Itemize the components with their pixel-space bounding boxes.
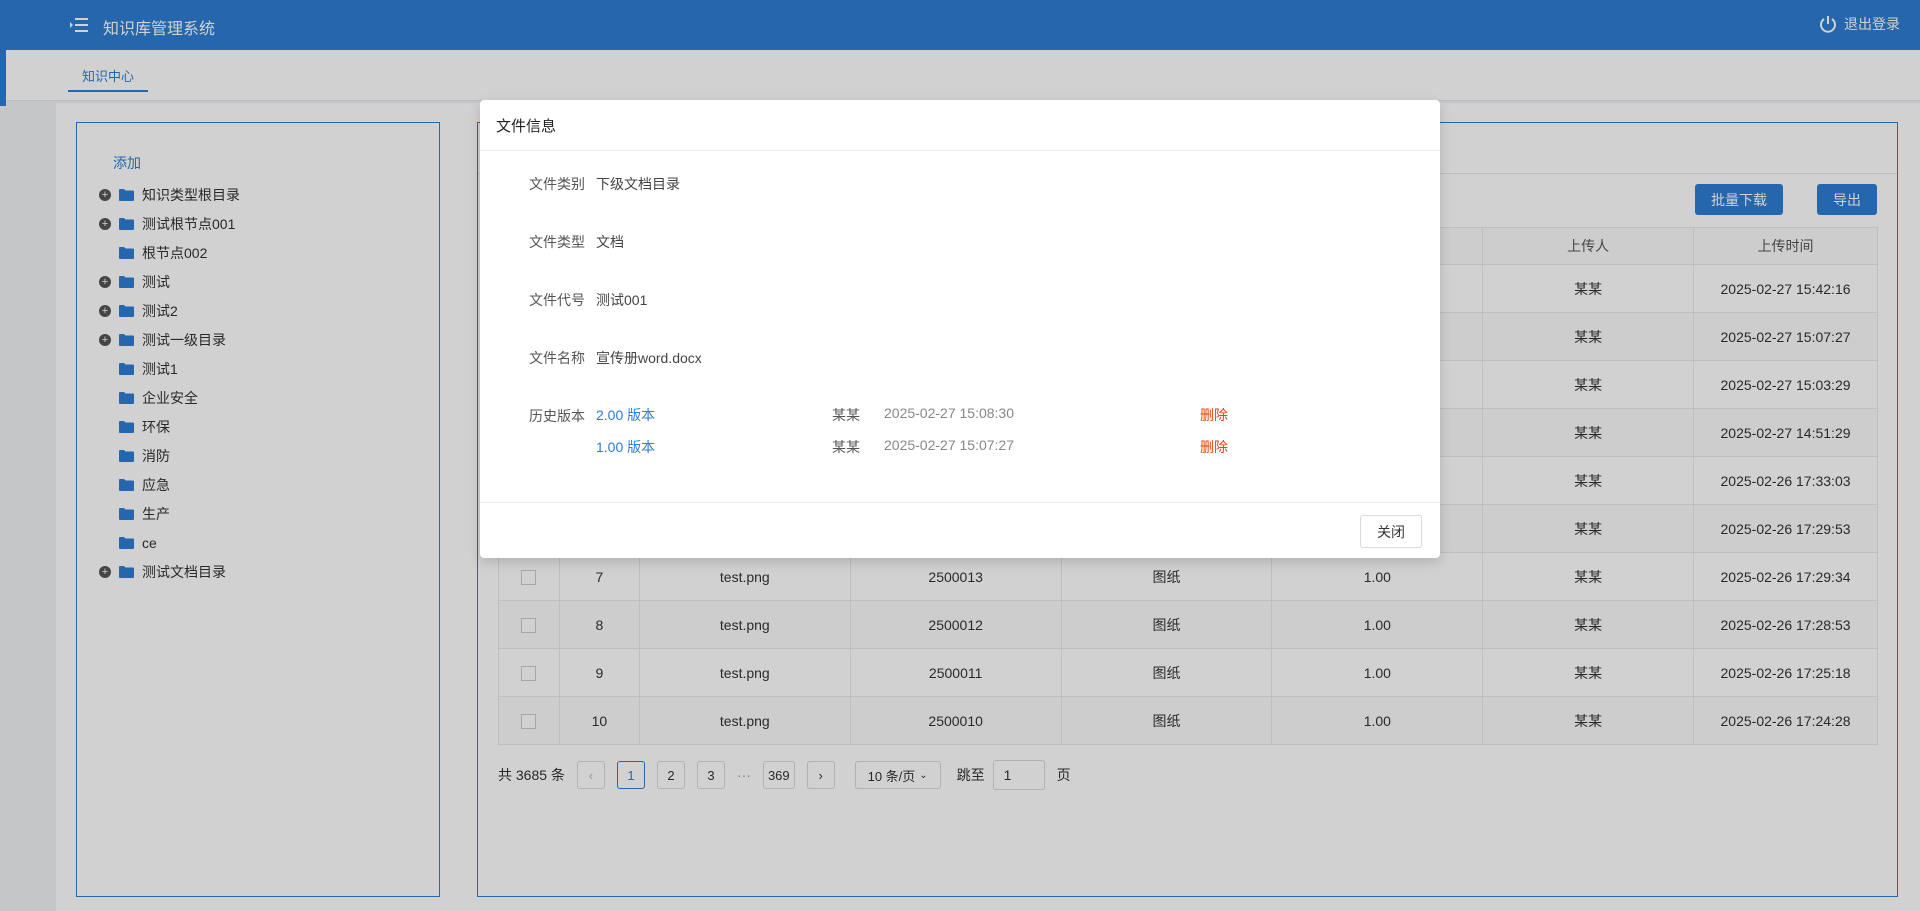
field-label-type: 文件类型 <box>529 234 585 250</box>
field-label-name: 文件名称 <box>529 350 585 366</box>
field-value-type: 文档 <box>596 234 624 250</box>
version-link[interactable]: 1.00 版本 <box>596 437 655 457</box>
field-label-category: 文件类别 <box>529 176 585 192</box>
version-user: 某某 <box>832 439 860 455</box>
version-link[interactable]: 2.00 版本 <box>596 405 655 425</box>
version-time: 2025-02-27 15:08:30 <box>884 405 1014 421</box>
field-value-category: 下级文档目录 <box>596 176 680 192</box>
version-delete-button[interactable]: 删除 <box>1200 405 1228 425</box>
modal-title: 文件信息 <box>496 118 557 135</box>
field-value-name: 宣传册word.docx <box>596 350 702 366</box>
version-time: 2025-02-27 15:07:27 <box>884 437 1014 453</box>
version-user: 某某 <box>832 407 860 423</box>
close-button[interactable]: 关闭 <box>1360 515 1422 548</box>
history-label: 历史版本 <box>529 408 585 424</box>
file-info-modal: 文件信息 文件类别 下级文档目录 文件类型 文档 文件代号 测试001 文件名称… <box>480 100 1440 558</box>
modal-footer: 关闭 <box>480 502 1440 559</box>
field-value-code: 测试001 <box>596 292 648 308</box>
field-label-code: 文件代号 <box>529 292 585 308</box>
modal-header: 文件信息 <box>480 100 1440 151</box>
version-delete-button[interactable]: 删除 <box>1200 437 1228 457</box>
